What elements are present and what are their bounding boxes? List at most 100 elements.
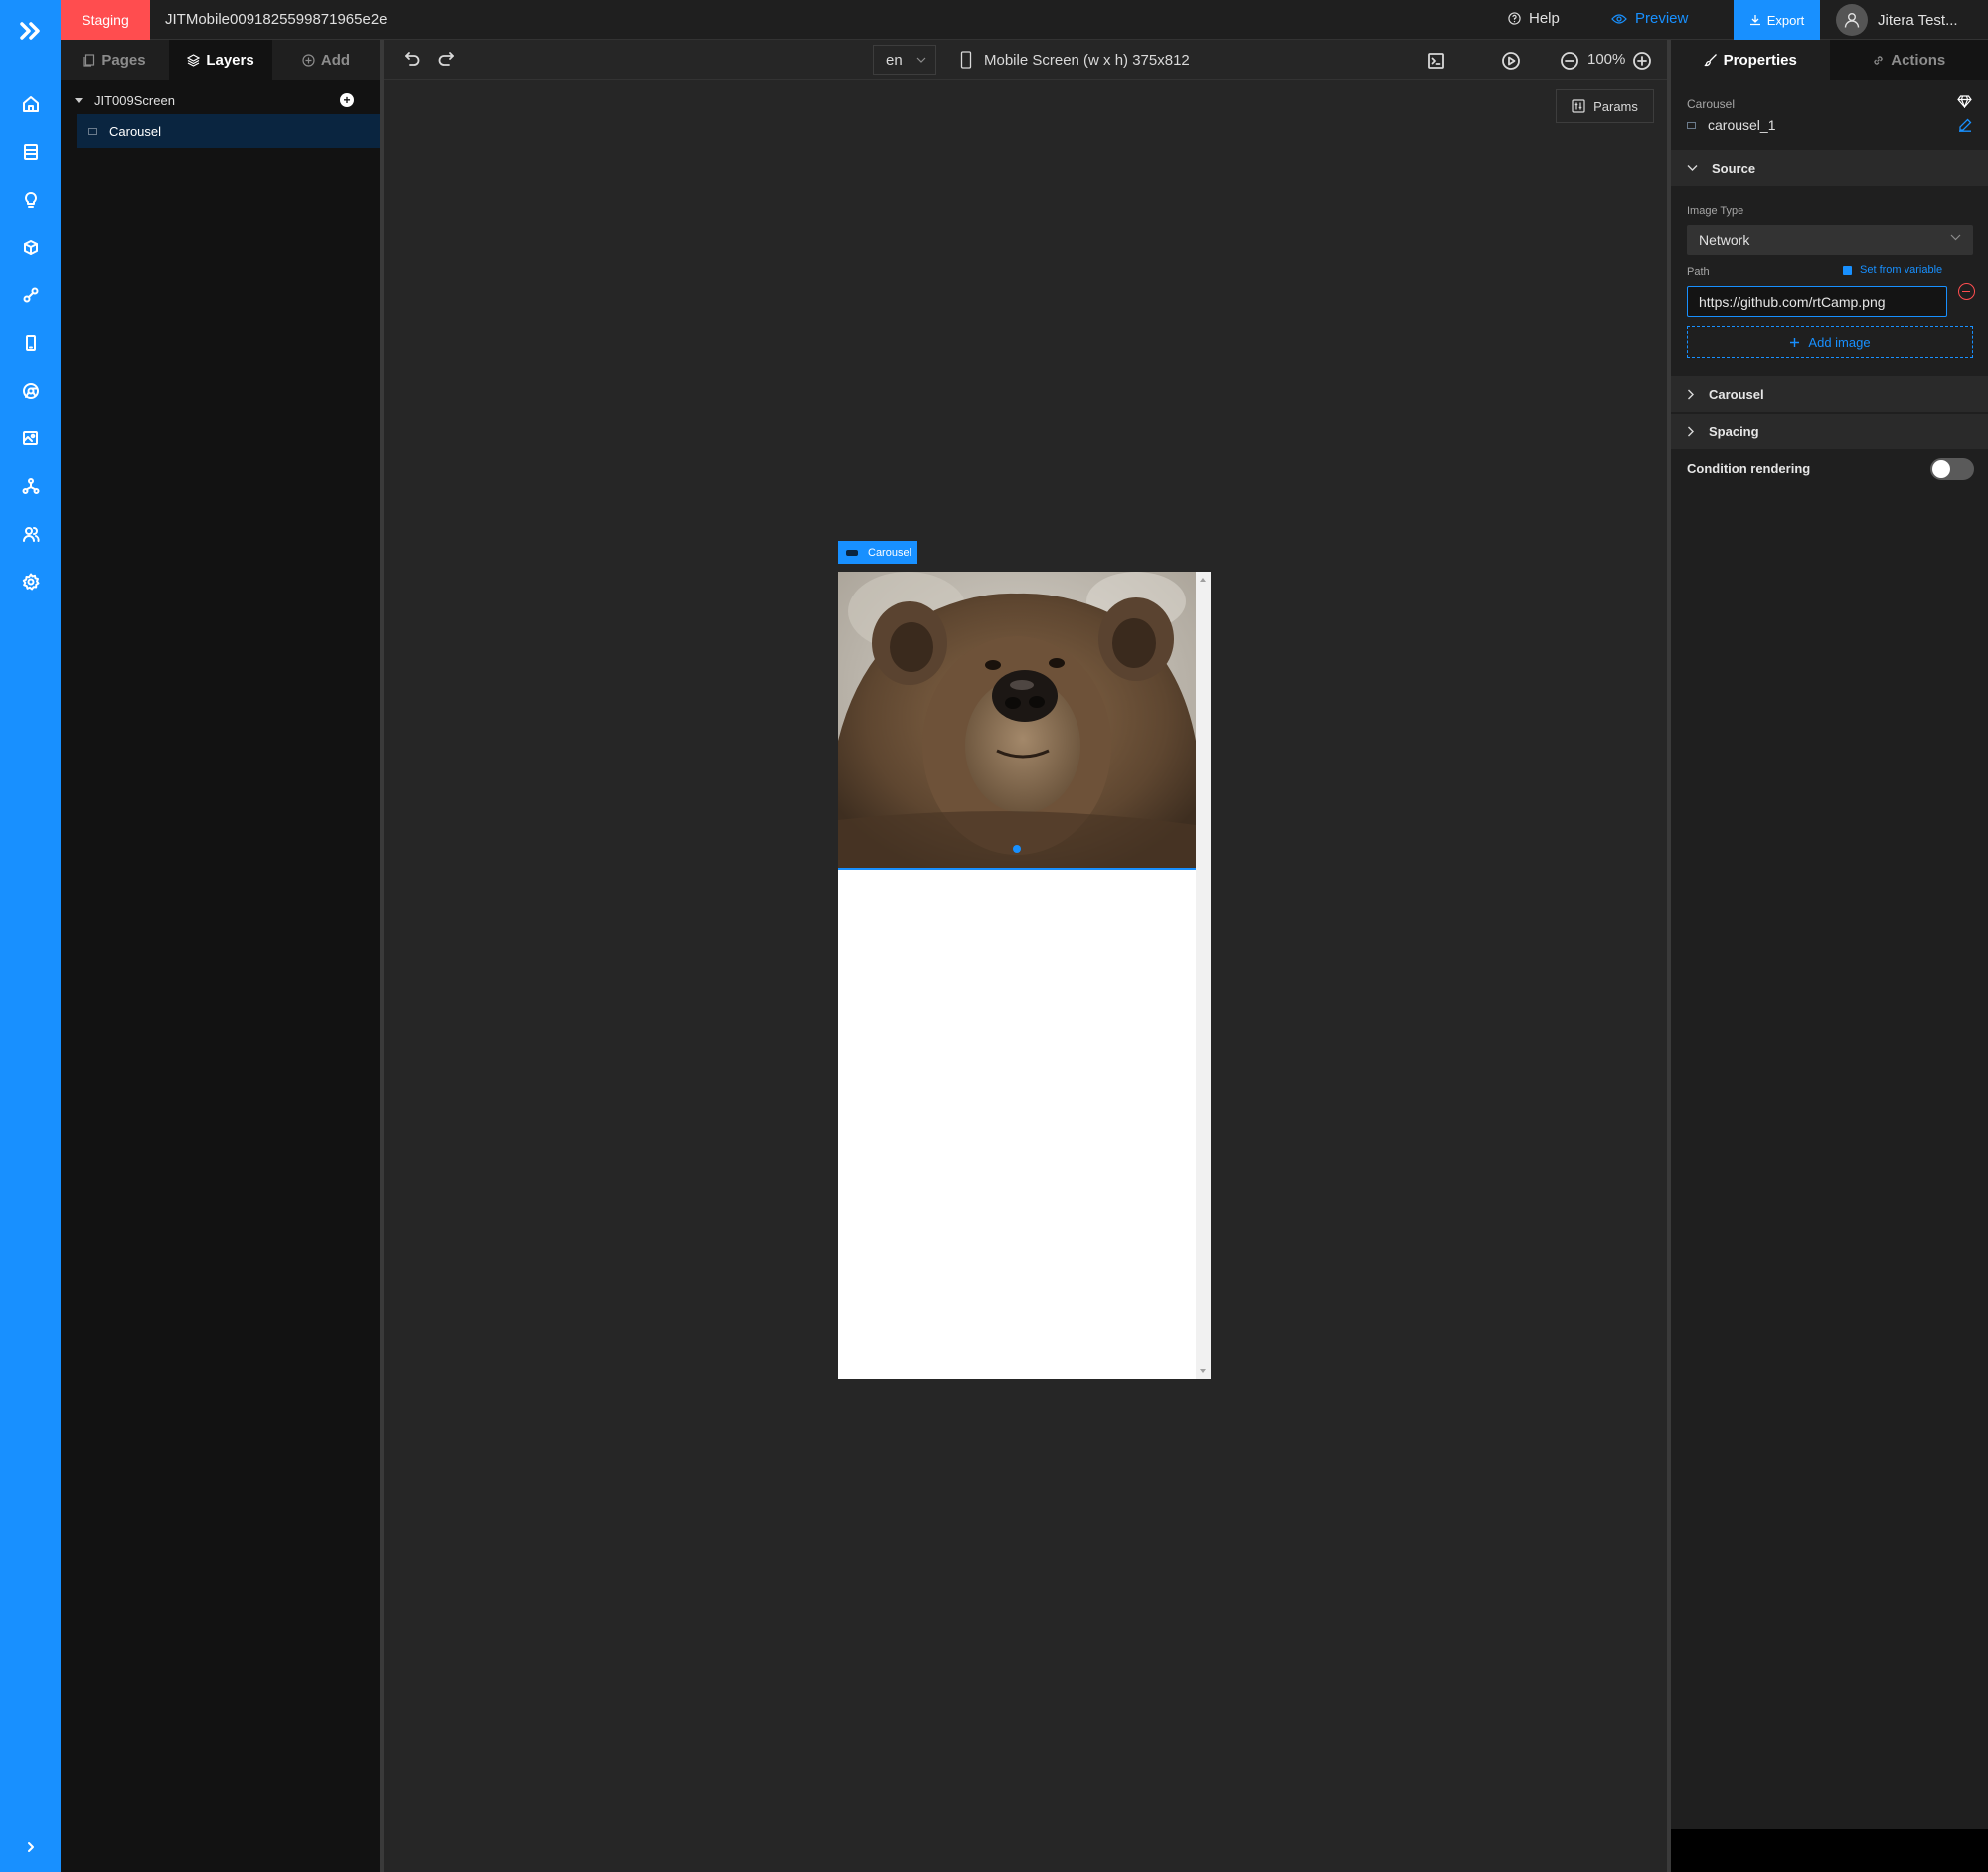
scroll-up-icon[interactable] (1200, 578, 1206, 582)
workflow-icon[interactable] (18, 473, 44, 499)
add-layer-icon[interactable]: + (340, 93, 354, 107)
app-root: Staging JITMobile0091825599871965e2e Hel… (0, 0, 1988, 1872)
preview-scrollbar[interactable] (1196, 572, 1211, 1379)
user-menu[interactable]: Jitera Test... (1836, 4, 1958, 36)
mobile-screen-preview[interactable] (838, 572, 1211, 1379)
section-carousel-label: Carousel (1709, 386, 1764, 402)
help-button[interactable]: Help (1508, 10, 1560, 27)
tab-actions-label: Actions (1891, 51, 1946, 69)
toggle-knob (1932, 460, 1950, 478)
component-id: carousel_1 (1687, 117, 1776, 133)
tab-pages[interactable]: Pages (61, 40, 169, 80)
mobile-icon[interactable] (18, 330, 44, 356)
canvas-toolbar: en Mobile Screen (w x h) 375x812 100% (384, 40, 1667, 80)
selected-component-tag[interactable]: Carousel (838, 541, 917, 564)
user-name: Jitera Test... (1878, 11, 1958, 29)
home-icon[interactable] (18, 91, 44, 117)
top-bar: Staging JITMobile0091825599871965e2e Hel… (61, 0, 1988, 40)
carousel-icon (88, 127, 97, 135)
carousel-slide[interactable] (838, 572, 1196, 870)
download-icon (1749, 15, 1760, 26)
environment-badge[interactable]: Staging (61, 0, 150, 40)
section-spacing-label: Spacing (1709, 424, 1759, 439)
logo-icon[interactable] (0, 0, 61, 61)
section-spacing-header[interactable]: Spacing (1671, 414, 1988, 449)
users-icon[interactable] (18, 521, 44, 547)
tab-layers[interactable]: Layers (169, 40, 272, 80)
tab-pages-label: Pages (101, 51, 146, 69)
tree-screen-node[interactable]: JIT009Screen + (61, 85, 380, 115)
expand-icon[interactable] (18, 1834, 44, 1860)
section-source-header[interactable]: Source (1671, 150, 1988, 186)
path-label: Path (1687, 266, 1710, 278)
right-panel-tabs: Properties Actions (1671, 40, 1988, 80)
chrome-icon[interactable] (18, 378, 44, 404)
carousel-icon (1687, 121, 1696, 129)
preview-label: Preview (1635, 10, 1689, 27)
zoom-out-icon[interactable] (1559, 50, 1580, 72)
screen-size-select[interactable]: Mobile Screen (w x h) 375x812 (960, 51, 1190, 69)
language-value: en (886, 51, 903, 69)
export-label: Export (1766, 12, 1805, 28)
tab-add[interactable]: Add (272, 40, 380, 80)
bear-image (838, 572, 1196, 868)
play-icon[interactable] (1500, 50, 1522, 72)
chevron-down-icon (1950, 234, 1961, 241)
add-image-button[interactable]: Add image (1687, 326, 1973, 358)
help-icon (1508, 12, 1521, 25)
cube-icon[interactable] (18, 235, 44, 260)
tab-add-label: Add (320, 51, 351, 69)
tab-properties-label: Properties (1723, 51, 1797, 69)
section-carousel-header[interactable]: Carousel (1671, 376, 1988, 412)
carousel-tag-icon (846, 549, 858, 556)
redo-icon[interactable] (435, 48, 457, 70)
params-button[interactable]: Params (1556, 89, 1654, 123)
caret-down-icon[interactable] (75, 97, 83, 103)
zoom-level: 100% (1587, 51, 1626, 68)
undo-icon[interactable] (402, 48, 423, 70)
plus-icon (1790, 337, 1800, 347)
eye-icon (1611, 13, 1627, 24)
database-icon[interactable] (18, 139, 44, 165)
tab-properties[interactable]: Properties (1671, 40, 1830, 80)
scroll-down-icon[interactable] (1200, 1369, 1206, 1373)
export-button[interactable]: Export (1734, 0, 1820, 40)
set-from-variable-label: Set from variable (1860, 264, 1943, 276)
component-id-label: carousel_1 (1708, 117, 1776, 133)
bulb-icon[interactable] (18, 187, 44, 213)
image-icon[interactable] (18, 425, 44, 451)
user-icon (1844, 13, 1860, 28)
remove-image-icon[interactable] (1958, 283, 1975, 300)
terminal-icon[interactable] (1425, 50, 1447, 72)
edit-icon[interactable] (1958, 118, 1972, 137)
properties-panel-body: Properties Actions Carousel carousel_1 S… (1671, 40, 1988, 1829)
set-from-variable-link[interactable]: Set from variable (1843, 264, 1942, 276)
properties-panel: Properties Actions Carousel carousel_1 S… (1667, 40, 1988, 1872)
tree-item-carousel[interactable]: Carousel (77, 114, 380, 148)
chevron-down-icon (1687, 165, 1698, 171)
image-type-select[interactable]: Network (1687, 225, 1973, 255)
image-type-value: Network (1699, 232, 1750, 248)
layers-icon (187, 53, 201, 67)
path-input[interactable] (1687, 286, 1947, 317)
tab-layers-label: Layers (206, 51, 254, 69)
sliders-icon (1572, 99, 1585, 113)
image-type-label: Image Type (1687, 205, 1744, 217)
pages-icon (83, 53, 95, 67)
zoom-in-icon[interactable] (1631, 50, 1653, 72)
api-icon[interactable] (18, 282, 44, 308)
help-label: Help (1529, 10, 1560, 27)
params-label: Params (1593, 98, 1638, 114)
language-select[interactable]: en (873, 45, 936, 75)
preview-button[interactable]: Preview (1611, 10, 1688, 27)
chevron-right-icon (1688, 389, 1694, 399)
carousel-indicator-dot[interactable] (1013, 845, 1021, 853)
panel-splitter[interactable] (380, 40, 384, 1872)
project-name: JITMobile0091825599871965e2e (165, 11, 388, 28)
settings-icon[interactable] (18, 569, 44, 595)
condition-rendering-toggle[interactable] (1930, 458, 1974, 480)
plus-circle-icon (302, 53, 315, 67)
tab-actions[interactable]: Actions (1829, 40, 1988, 80)
chevron-right-icon (1688, 426, 1694, 436)
diamond-icon[interactable] (1957, 95, 1972, 113)
